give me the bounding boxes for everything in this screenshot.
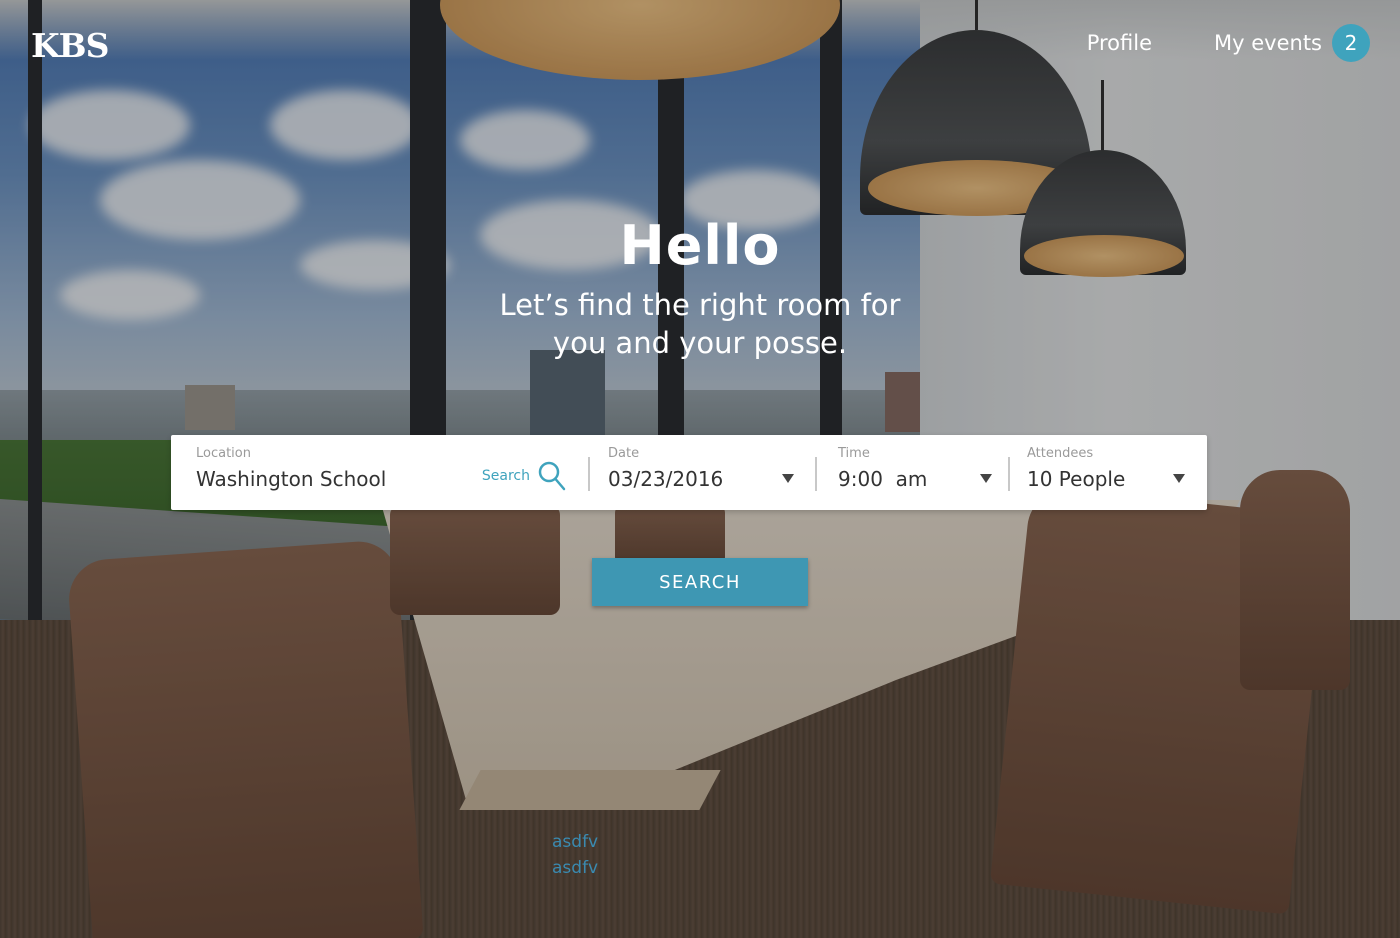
search-button[interactable]: SEARCH [592,558,808,606]
nav-my-events-label: My events [1214,31,1322,55]
time-select[interactable]: 9:00 am [838,467,927,491]
time-label: Time [838,446,870,461]
location-label: Location [196,446,251,461]
field-divider [1008,457,1010,491]
hero-subtitle-line-2: you and your posse. [552,326,848,360]
date-field[interactable]: Date 03/23/2016 [608,435,798,510]
hero-title: Hello [619,214,781,277]
kbs-logo[interactable]: KBS [31,26,109,65]
location-search-button[interactable]: Search [482,461,566,491]
date-select[interactable]: 03/23/2016 [608,467,723,491]
field-divider [588,457,590,491]
hero-subtitle: Let’s find the right room for you and yo… [0,286,1400,362]
events-count-badge: 2 [1332,24,1370,62]
time-field[interactable]: Time 9:00 am [838,435,998,510]
debug-text-2: asdfv [552,858,599,878]
magnifier-icon [538,461,566,491]
room-search-form: Location Washington School Search Date 0… [171,435,1207,510]
location-field[interactable]: Location Washington School Search [196,435,566,510]
nav-my-events-link[interactable]: My events 2 [1214,24,1370,62]
hero-subtitle-line-1: Let’s find the right room for [499,288,901,322]
debug-text-1: asdfv [552,832,599,852]
field-divider [815,457,817,491]
attendees-field[interactable]: Attendees 10 People [1027,435,1197,510]
caret-down-icon [782,474,794,483]
attendees-label: Attendees [1027,446,1094,461]
attendees-select[interactable]: 10 People [1027,467,1125,491]
date-label: Date [608,446,640,461]
nav-profile-link[interactable]: Profile [1087,31,1152,55]
location-input[interactable]: Washington School [196,467,386,491]
caret-down-icon [980,474,992,483]
location-search-label: Search [481,468,530,484]
caret-down-icon [1173,474,1185,483]
top-nav: Profile My events 2 [1087,24,1370,62]
